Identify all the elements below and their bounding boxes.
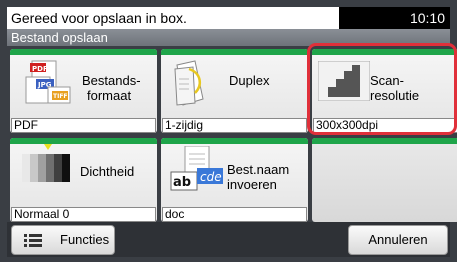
tile-label: Best.naam invoeren <box>227 162 290 192</box>
status-message: Gereed voor opslaan in box. <box>7 7 339 29</box>
file-name-entry-icon: ab cde <box>170 146 223 191</box>
tile-accent-bar <box>161 49 308 55</box>
tile-value: PDF <box>11 118 156 133</box>
tile-accent-bar <box>10 49 157 55</box>
svg-text:PDF: PDF <box>32 65 48 73</box>
tile-accent-bar <box>312 138 457 144</box>
tile-label: Scan- resolutie <box>370 73 420 103</box>
tile-label: Duplex <box>229 73 270 88</box>
tile-value: 1-zijdig <box>162 118 307 133</box>
clock: 10:10 <box>409 10 445 26</box>
functions-label: Functies <box>60 232 110 247</box>
screen-title: Bestand opslaan <box>7 29 450 46</box>
duplex-icon <box>174 60 204 106</box>
tile-accent-bar <box>312 49 457 55</box>
device-screen: Gereed voor opslaan in box. 10:10 Bestan… <box>0 0 457 262</box>
file-name-tile[interactable]: ab cde Best.naam invoeren doc <box>161 138 308 222</box>
status-bar: Gereed voor opslaan in box. 10:10 <box>7 7 450 29</box>
svg-text:cde: cde <box>200 170 222 184</box>
menu-list-icon <box>24 234 42 247</box>
bottom-bar: Functies Annuleren <box>7 222 450 257</box>
scan-resolution-tile[interactable]: Scan- resolutie 300x300dpi <box>312 49 457 133</box>
svg-text:TIFF: TIFF <box>53 93 68 100</box>
cancel-button[interactable]: Annuleren <box>348 225 448 255</box>
tile-value: 300x300dpi <box>313 118 457 133</box>
density-tile[interactable]: Dichtheid Normaal 0 <box>10 138 157 222</box>
file-format-icon: PDF JPG TIFF <box>25 60 71 104</box>
tile-value: Normaal 0 <box>11 207 156 222</box>
svg-text:ab: ab <box>173 175 191 190</box>
tile-label: Bestands- formaat <box>82 73 141 103</box>
functions-button[interactable]: Functies <box>11 225 115 255</box>
scan-resolution-icon <box>318 61 370 101</box>
density-icon <box>22 144 70 182</box>
duplex-tile[interactable]: Duplex 1-zijdig <box>161 49 308 133</box>
tile-label: Dichtheid <box>80 164 135 179</box>
tile-value: doc <box>162 207 307 222</box>
tile-accent-bar <box>161 138 308 144</box>
empty-tile <box>312 138 457 222</box>
file-format-tile[interactable]: PDF JPG TIFF Bestands- formaat PDF <box>10 49 157 133</box>
